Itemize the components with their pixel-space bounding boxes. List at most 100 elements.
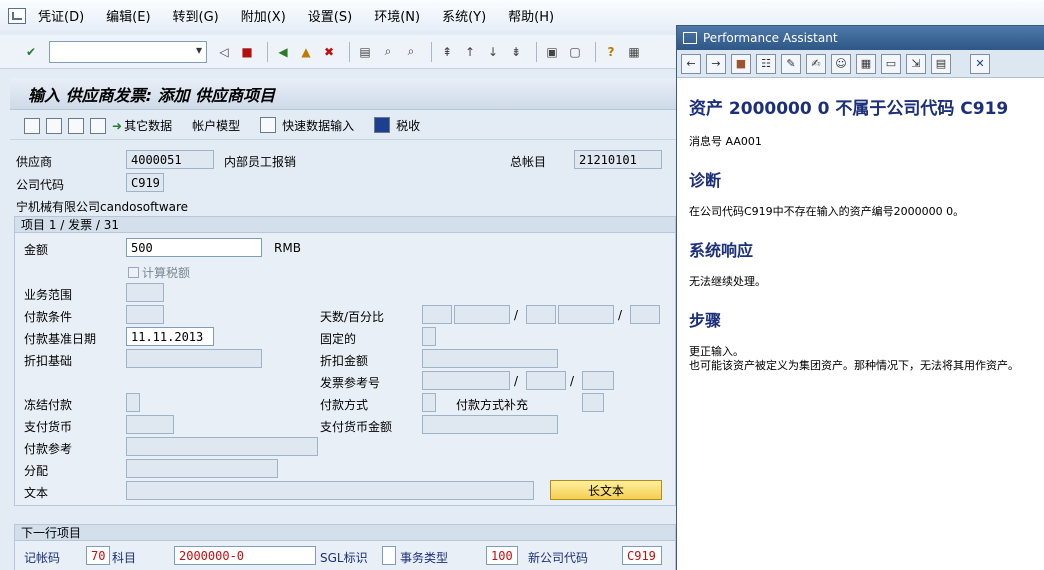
print-icon[interactable]: ▤ — [931, 53, 951, 74]
slash-2: / — [618, 308, 623, 322]
close-icon[interactable]: ✕ — [970, 53, 990, 74]
menu-document[interactable]: 凭证(D) — [38, 6, 84, 25]
vendor-icon[interactable] — [24, 117, 40, 134]
assignment-field[interactable] — [126, 459, 278, 478]
menu-environment[interactable]: 环境(N) — [374, 6, 420, 25]
text-field[interactable] — [126, 481, 534, 500]
forward-arrow-icon[interactable]: → — [706, 53, 726, 74]
find-icon[interactable]: ⌕ — [379, 43, 397, 61]
assistant-content: 资产 2000000 0 不属于公司代码 C919 消息号 AA001 诊断 在… — [677, 94, 1044, 373]
company-code-label: 公司代码 — [16, 178, 65, 192]
calc-tax-checkbox[interactable]: 计算税额 — [128, 264, 190, 281]
find-next-icon[interactable]: ⌕ — [402, 43, 420, 61]
last-page-icon[interactable]: ⇟ — [507, 43, 525, 61]
shortcut-icon[interactable]: ▢ — [566, 43, 584, 61]
invoice-ref-year-field[interactable] — [526, 371, 566, 390]
menu-settings[interactable]: 设置(S) — [308, 6, 352, 25]
invoice-form: 供应商 4000051 内部员工报销 总帐目 21210101 公司代码 C91… — [10, 144, 678, 570]
invoice-ref-item-field[interactable] — [582, 371, 614, 390]
discount-amount-field[interactable] — [422, 349, 558, 368]
menu-system[interactable]: 系统(Y) — [442, 6, 486, 25]
display-doc-icon[interactable] — [46, 117, 62, 134]
payment-block-field[interactable] — [126, 393, 140, 412]
first-page-icon[interactable]: ⇞ — [438, 43, 456, 61]
back-icon[interactable]: ◀ — [274, 43, 292, 61]
system-response-heading: 系统响应 — [689, 241, 754, 260]
vendor-description: 内部员工报销 — [224, 155, 297, 169]
pct1-field[interactable] — [454, 305, 510, 324]
payment-ref-field[interactable] — [126, 437, 318, 456]
prev-page-icon[interactable]: ↑ — [461, 43, 479, 61]
vendor-field[interactable]: 4000051 — [126, 150, 214, 169]
toolbar-separator — [536, 41, 537, 62]
copy-icon[interactable] — [68, 117, 84, 134]
account-field[interactable]: 2000000-0 — [174, 546, 316, 565]
new-session-icon[interactable]: ▣ — [543, 43, 561, 61]
gl-account-field[interactable]: 21210101 — [574, 150, 662, 169]
save-icon[interactable]: ■ — [238, 43, 256, 61]
history-back-icon[interactable]: ◁ — [215, 43, 233, 61]
help-icon[interactable]: ? — [602, 43, 620, 61]
layout-menu-icon[interactable]: ▦ — [625, 43, 643, 61]
menu-extras[interactable]: 附加(X) — [241, 6, 286, 25]
payment-method-supp-field[interactable] — [582, 393, 604, 412]
new-company-code-field[interactable]: C919 — [622, 546, 662, 565]
sgl-indicator-field[interactable] — [382, 546, 396, 565]
user-icon[interactable]: ☺ — [831, 53, 851, 74]
amount-field[interactable]: 500 — [126, 238, 262, 257]
account-model-button[interactable]: 帐户模型 — [192, 117, 240, 134]
tree-icon[interactable]: ☷ — [756, 53, 776, 74]
company-code-field[interactable]: C919 — [126, 173, 164, 192]
fast-entry-button[interactable]: 快速数据输入 — [260, 117, 354, 134]
tax-button[interactable]: 税收 — [374, 117, 420, 134]
posting-key-field[interactable]: 70 — [86, 546, 110, 565]
long-text-button[interactable]: 长文本 — [550, 480, 662, 500]
slash-4: / — [570, 374, 575, 388]
system-response-text: 无法继续处理。 — [689, 275, 766, 288]
diagnosis-heading: 诊断 — [689, 171, 722, 190]
days3-field[interactable] — [630, 305, 660, 324]
book-icon[interactable]: ■ — [731, 53, 751, 74]
fixed-field[interactable] — [422, 327, 436, 346]
transaction-type-field[interactable]: 100 — [486, 546, 518, 565]
days2-field[interactable] — [526, 305, 556, 324]
menu-system-icon[interactable] — [8, 7, 26, 24]
pay-currency-amount-field[interactable] — [422, 415, 558, 434]
table-icon[interactable]: ▦ — [856, 53, 876, 74]
annotation-icon[interactable]: ✍ — [806, 53, 826, 74]
payment-terms-field[interactable] — [126, 305, 164, 324]
cancel-icon[interactable]: ✖ — [320, 43, 338, 61]
discount-base-field[interactable] — [126, 349, 262, 368]
payment-method-field[interactable] — [422, 393, 436, 412]
print-icon[interactable]: ▤ — [356, 43, 374, 61]
message-number: 消息号 AA001 — [689, 135, 762, 148]
window-icon[interactable]: ▭ — [881, 53, 901, 74]
discount-amount-label: 折扣金额 — [320, 354, 369, 368]
exit-icon[interactable]: ▲ — [297, 43, 315, 61]
invoice-ref-label: 发票参考号 — [320, 376, 381, 390]
business-area-field[interactable] — [126, 283, 164, 302]
next-page-icon[interactable]: ↓ — [484, 43, 502, 61]
export-icon[interactable]: ⇲ — [906, 53, 926, 74]
back-arrow-icon[interactable]: ← — [681, 53, 701, 74]
menu-help[interactable]: 帮助(H) — [508, 6, 554, 25]
menu-edit[interactable]: 编辑(E) — [106, 6, 150, 25]
assistant-title: Performance Assistant — [703, 31, 838, 45]
days1-field[interactable] — [422, 305, 452, 324]
toolbar-separator — [267, 41, 268, 62]
document-icon[interactable] — [90, 117, 106, 134]
pct2-field[interactable] — [558, 305, 614, 324]
menu-goto[interactable]: 转到(G) — [173, 6, 219, 25]
pay-currency-field[interactable] — [126, 415, 174, 434]
long-text-label: 长文本 — [587, 483, 624, 498]
payment-ref-label: 付款参考 — [24, 442, 73, 456]
other-data-button[interactable]: ➜ 其它数据 — [112, 117, 172, 134]
message-heading: 资产 2000000 0 不属于公司代码 C919 — [689, 99, 1009, 119]
assistant-title-bar[interactable]: Performance Assistant — [677, 26, 1044, 50]
edit-icon[interactable]: ✎ — [781, 53, 801, 74]
enter-check-icon[interactable]: ✔ — [22, 43, 40, 61]
payment-terms-label: 付款条件 — [24, 310, 73, 324]
baseline-date-field[interactable]: 11.11.2013 — [126, 327, 214, 346]
command-field[interactable] — [49, 40, 207, 63]
invoice-ref-field[interactable] — [422, 371, 510, 390]
